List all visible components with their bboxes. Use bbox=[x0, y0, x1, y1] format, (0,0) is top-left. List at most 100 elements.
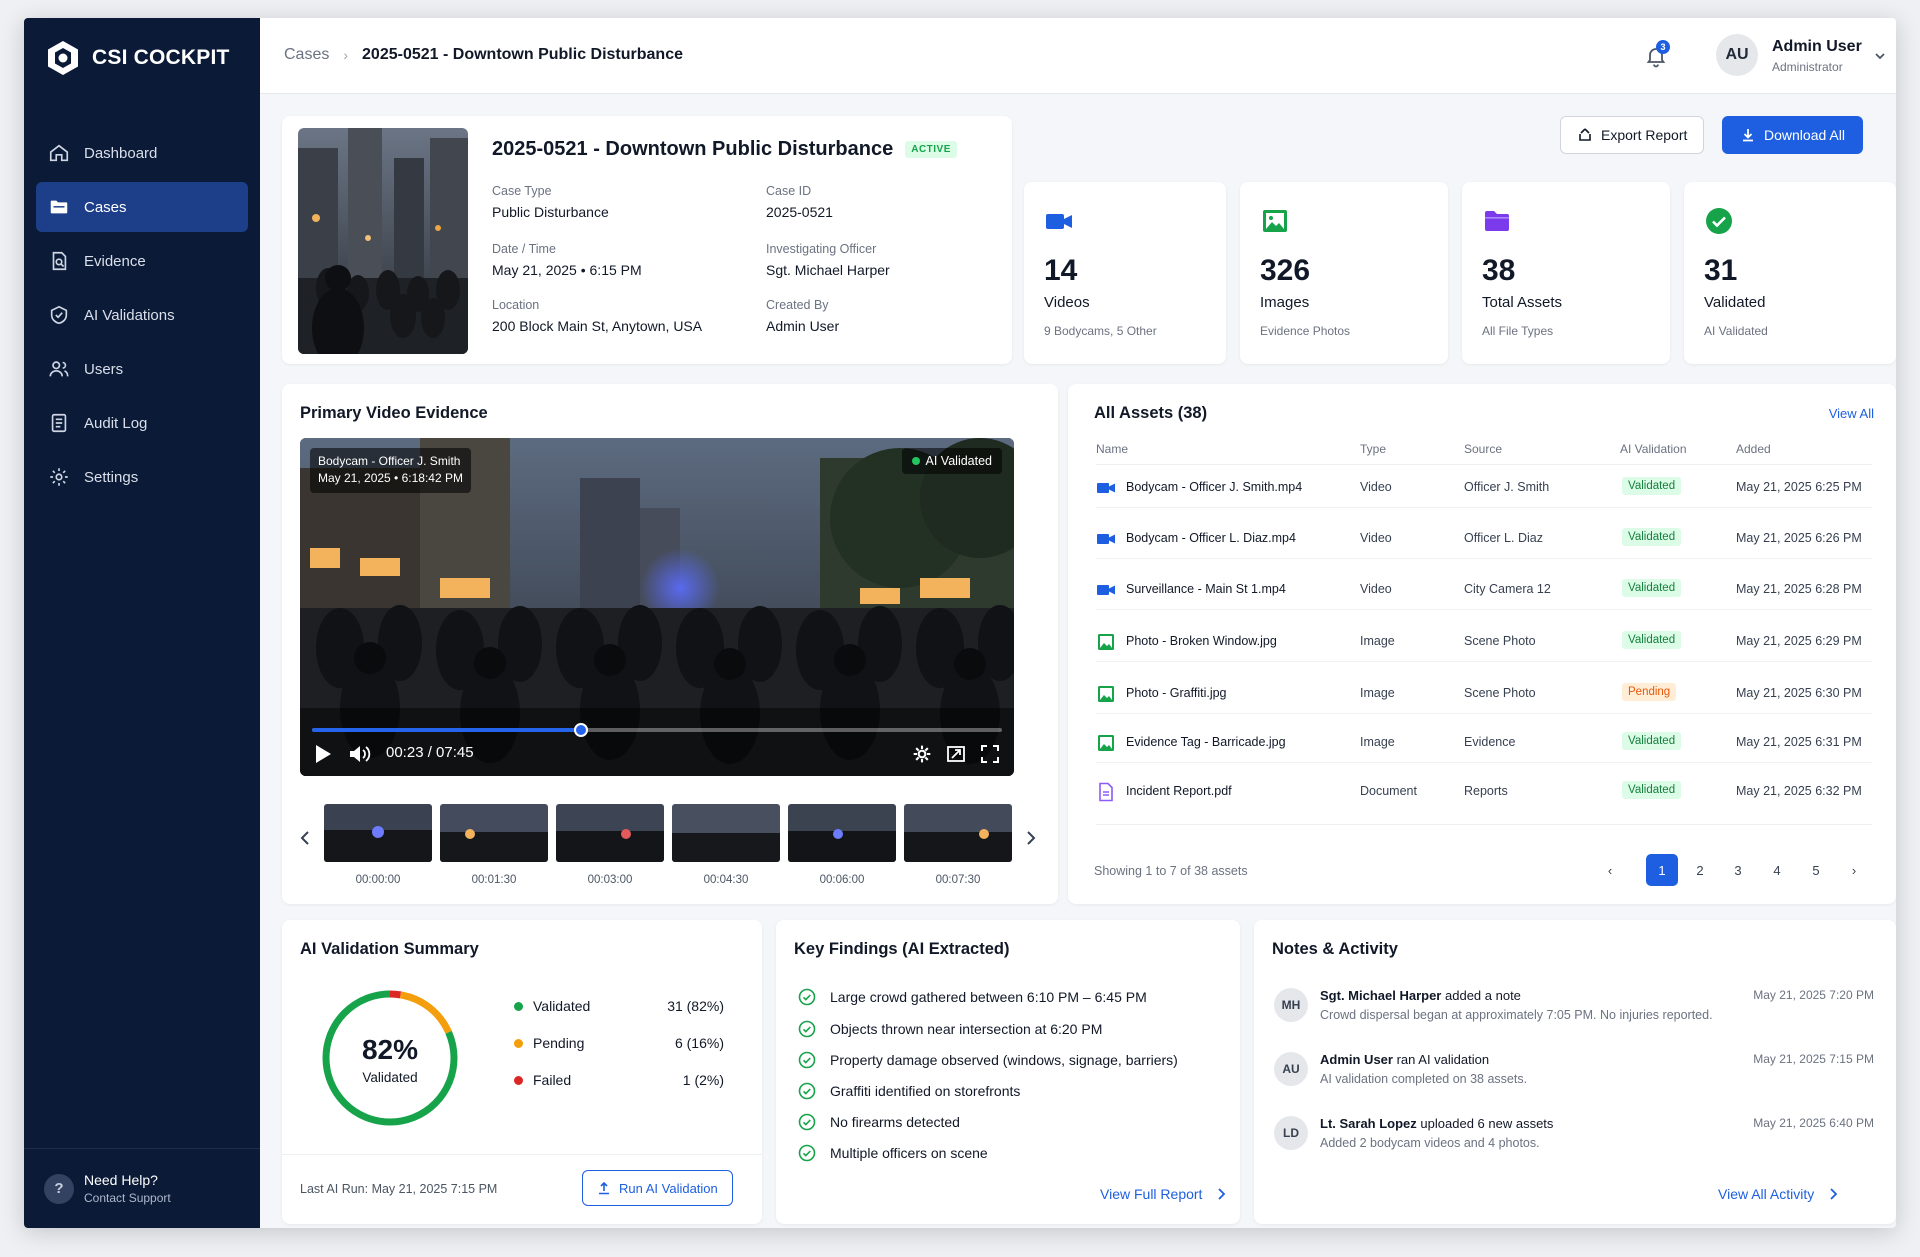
column-header-added[interactable]: Added bbox=[1736, 442, 1771, 456]
user-name[interactable]: Admin User bbox=[1772, 38, 1862, 56]
sidebar-item-label: Settings bbox=[84, 468, 139, 486]
pagination-next-button[interactable]: › bbox=[1838, 854, 1870, 886]
column-header-source[interactable]: Source bbox=[1464, 442, 1502, 456]
activity-body: Crowd dispersal began at approximately 7… bbox=[1320, 1008, 1713, 1022]
export-report-button[interactable]: Export Report bbox=[1560, 116, 1705, 154]
pagination-page-5[interactable]: 5 bbox=[1800, 854, 1832, 886]
pagination-page-4[interactable]: 4 bbox=[1761, 854, 1793, 886]
video-thumbnail[interactable] bbox=[788, 804, 896, 862]
legend-label: Validated bbox=[533, 998, 591, 1014]
view-all-activity-link[interactable]: View All Activity bbox=[1718, 1186, 1838, 1202]
activity-body: Added 2 bodycam videos and 4 photos. bbox=[1320, 1136, 1540, 1150]
column-header-ai-validation[interactable]: AI Validation bbox=[1620, 442, 1687, 456]
activity-user[interactable]: Admin User bbox=[1320, 1052, 1393, 1067]
asset-name[interactable]: Photo - Graffiti.jpg bbox=[1126, 686, 1227, 700]
status-dot-icon bbox=[911, 457, 920, 465]
sidebar-item-label: Users bbox=[84, 360, 124, 378]
stat-label: Images bbox=[1260, 294, 1310, 311]
chevron-down-icon[interactable] bbox=[1872, 48, 1888, 64]
sidebar-item-evidence[interactable]: Evidence bbox=[36, 236, 248, 286]
column-header-type[interactable]: Type bbox=[1360, 442, 1386, 456]
sidebar-item-settings[interactable]: Settings bbox=[36, 452, 248, 502]
stat-card-videos[interactable]: 14 Videos 9 Bodycams, 5 Other bbox=[1024, 182, 1226, 364]
activity-time: May 21, 2025 6:40 PM bbox=[1753, 1116, 1874, 1130]
chevron-right-icon[interactable] bbox=[1024, 829, 1038, 847]
breadcrumb-cases-link[interactable]: Cases bbox=[284, 46, 329, 64]
video-thumbnail[interactable] bbox=[556, 804, 664, 862]
stat-sub: Evidence Photos bbox=[1260, 324, 1351, 338]
video-thumbnail[interactable] bbox=[672, 804, 780, 862]
activity-user[interactable]: Lt. Sarah Lopez bbox=[1320, 1116, 1417, 1131]
sidebar-item-cases[interactable]: Cases bbox=[36, 182, 248, 232]
fullscreen-icon[interactable] bbox=[980, 744, 1000, 764]
video-thumbnail[interactable] bbox=[440, 804, 548, 862]
sidebar-item-dashboard[interactable]: Dashboard bbox=[36, 128, 248, 178]
table-row[interactable]: Bodycam - Officer L. Diaz.mp4 Video Offi… bbox=[1096, 519, 1872, 559]
table-row[interactable]: Photo - Graffiti.jpg Image Scene Photo P… bbox=[1096, 674, 1872, 714]
video-thumbnail[interactable] bbox=[904, 804, 1012, 862]
contact-support-link[interactable]: Contact Support bbox=[84, 1191, 171, 1205]
stat-card-total-assets[interactable]: 38 Total Assets All File Types bbox=[1462, 182, 1670, 364]
ai-validated-label: AI Validated bbox=[925, 454, 992, 468]
sidebar-item-ai-validations[interactable]: AI Validations bbox=[36, 290, 248, 340]
help-section[interactable]: ? Need Help? Contact Support bbox=[24, 1148, 260, 1228]
avatar[interactable]: AU bbox=[1716, 34, 1758, 76]
stat-value: 14 bbox=[1044, 254, 1078, 287]
table-row[interactable]: Bodycam - Officer J. Smith.mp4 Video Off… bbox=[1096, 468, 1872, 508]
video-icon bbox=[1097, 585, 1115, 595]
officer-label: Investigating Officer bbox=[766, 242, 877, 256]
picture-in-picture-icon[interactable] bbox=[946, 744, 966, 764]
asset-name[interactable]: Bodycam - Officer J. Smith.mp4 bbox=[1126, 480, 1302, 494]
settings-icon[interactable] bbox=[912, 744, 932, 764]
pagination-page-2[interactable]: 2 bbox=[1684, 854, 1716, 886]
document-icon bbox=[1099, 782, 1113, 802]
view-all-assets-link[interactable]: View All bbox=[1829, 406, 1874, 421]
run-ai-validation-button[interactable]: Run AI Validation bbox=[582, 1170, 733, 1206]
asset-added: May 21, 2025 6:31 PM bbox=[1736, 735, 1862, 749]
asset-name[interactable]: Photo - Broken Window.jpg bbox=[1126, 634, 1277, 648]
sidebar-item-users[interactable]: Users bbox=[36, 344, 248, 394]
activity-user[interactable]: Sgt. Michael Harper bbox=[1320, 988, 1441, 1003]
table-row[interactable]: Incident Report.pdf Document Reports Val… bbox=[1096, 772, 1872, 812]
chevron-left-icon[interactable] bbox=[298, 829, 312, 847]
stat-card-validated[interactable]: 31 Validated AI Validated bbox=[1684, 182, 1896, 364]
pagination-page-1[interactable]: 1 bbox=[1646, 854, 1678, 886]
top-header: Cases › 2025-0521 - Downtown Public Dist… bbox=[260, 18, 1896, 94]
stat-sub: All File Types bbox=[1482, 324, 1554, 338]
asset-name[interactable]: Incident Report.pdf bbox=[1126, 784, 1232, 798]
column-header-name[interactable]: Name bbox=[1096, 442, 1128, 456]
asset-type: Image bbox=[1360, 735, 1395, 749]
video-progress-handle[interactable] bbox=[574, 723, 589, 737]
case-thumbnail-image[interactable] bbox=[298, 128, 468, 354]
image-icon bbox=[1098, 735, 1114, 751]
video-progress-bar[interactable] bbox=[312, 723, 1002, 737]
finding-text: No firearms detected bbox=[830, 1114, 960, 1130]
stat-card-images[interactable]: 326 Images Evidence Photos bbox=[1240, 182, 1448, 364]
download-all-button[interactable]: Download All bbox=[1722, 116, 1863, 154]
video-thumbnail[interactable] bbox=[324, 804, 432, 862]
video-source: Bodycam - Officer J. Smith bbox=[318, 454, 461, 468]
table-row[interactable]: Surveillance - Main St 1.mp4 Video City … bbox=[1096, 570, 1872, 610]
user-role: Administrator bbox=[1772, 60, 1843, 74]
table-row[interactable]: Evidence Tag - Barricade.jpg Image Evide… bbox=[1096, 723, 1872, 763]
brand-name: CSI COCKPIT bbox=[92, 46, 230, 69]
play-icon[interactable] bbox=[314, 744, 332, 764]
table-row[interactable]: Photo - Broken Window.jpg Image Scene Ph… bbox=[1096, 622, 1872, 662]
brand[interactable]: CSI COCKPIT bbox=[44, 38, 230, 78]
case-title-text: 2025-0521 - Downtown Public Disturbance bbox=[492, 138, 894, 160]
legend-label: Pending bbox=[533, 1035, 585, 1051]
asset-type: Document bbox=[1360, 784, 1417, 798]
asset-name[interactable]: Evidence Tag - Barricade.jpg bbox=[1126, 735, 1286, 749]
check-circle-icon bbox=[798, 1113, 816, 1131]
video-player[interactable]: Bodycam - Officer J. Smith May 21, 2025 … bbox=[300, 438, 1014, 776]
stat-label: Videos bbox=[1044, 294, 1090, 311]
pagination-page-3[interactable]: 3 bbox=[1722, 854, 1754, 886]
pagination-prev-button[interactable]: ‹ bbox=[1594, 854, 1626, 886]
asset-name[interactable]: Bodycam - Officer L. Diaz.mp4 bbox=[1126, 531, 1296, 545]
officer-value: Sgt. Michael Harper bbox=[766, 262, 890, 278]
asset-source: Scene Photo bbox=[1464, 634, 1536, 648]
volume-icon[interactable] bbox=[348, 744, 372, 764]
asset-name[interactable]: Surveillance - Main St 1.mp4 bbox=[1126, 582, 1286, 596]
sidebar-item-audit-log[interactable]: Audit Log bbox=[36, 398, 248, 448]
view-full-report-link[interactable]: View Full Report bbox=[1100, 1186, 1226, 1202]
